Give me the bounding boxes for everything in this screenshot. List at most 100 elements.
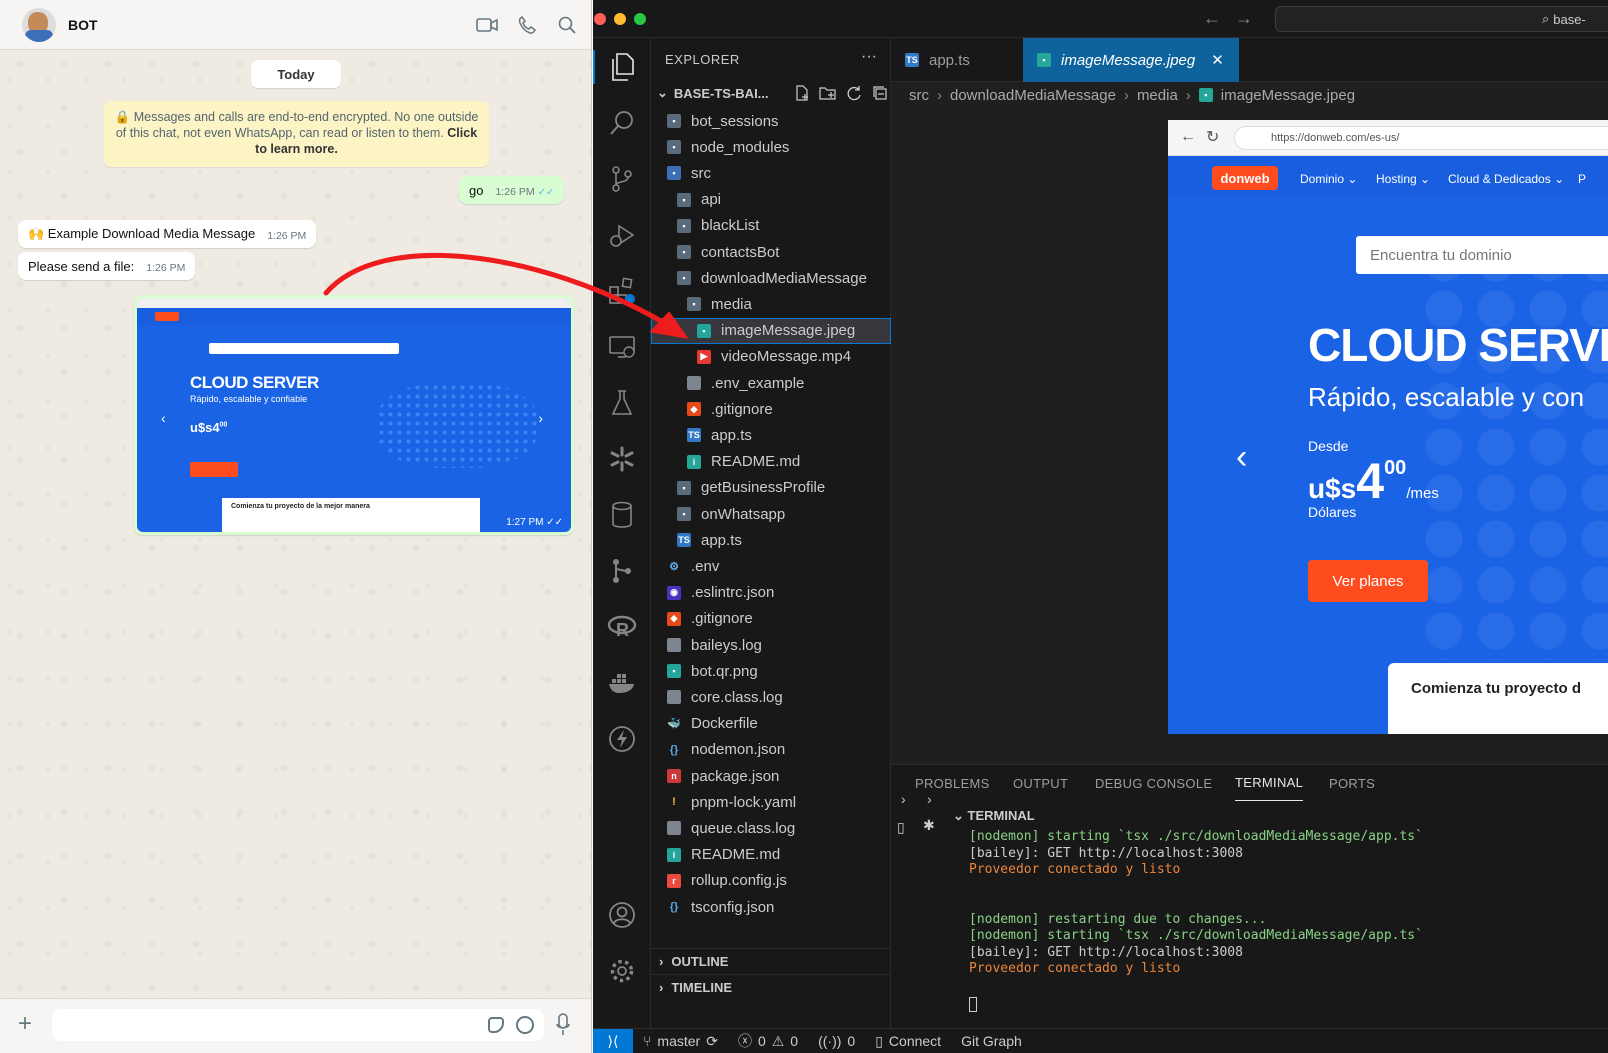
breadcrumb-item[interactable]: media: [1137, 87, 1178, 104]
tree-item[interactable]: .env_example: [651, 370, 891, 396]
more-actions-icon[interactable]: ···: [861, 48, 877, 66]
tree-item[interactable]: i README.md: [651, 842, 891, 868]
database-icon[interactable]: [605, 498, 639, 532]
ports-indicator[interactable]: ((·)) 0: [818, 1033, 855, 1049]
tree-item[interactable]: ▪ bot_sessions: [651, 108, 891, 134]
new-file-icon[interactable]: [793, 84, 811, 102]
branch-indicator[interactable]: ⑂ master ⟳: [643, 1033, 718, 1050]
snowflake-icon[interactable]: [605, 442, 639, 476]
tree-item[interactable]: ▪ bot.qr.png: [651, 658, 891, 684]
tree-item[interactable]: TS app.ts: [651, 422, 891, 448]
project-header[interactable]: ⌄ BASE-TS-BAI...: [657, 82, 889, 104]
message-input[interactable]: [52, 1009, 544, 1041]
breadcrumb-item[interactable]: imageMessage.jpeg: [1221, 87, 1355, 104]
tree-item[interactable]: ▪ node_modules: [651, 134, 891, 160]
tree-item[interactable]: ▪ onWhatsapp: [651, 501, 891, 527]
plus-icon[interactable]: +: [18, 1012, 32, 1036]
phone-icon[interactable]: [516, 14, 538, 36]
breadcrumb-item[interactable]: src: [909, 87, 929, 104]
tree-item[interactable]: {} tsconfig.json: [651, 894, 891, 920]
remote-indicator-icon[interactable]: ⟩⟨: [593, 1028, 633, 1053]
source-control-icon[interactable]: [605, 162, 639, 196]
tree-item[interactable]: queue.class.log: [651, 815, 891, 841]
command-center-search[interactable]: ⌕ base-: [1275, 6, 1608, 32]
terminal-output[interactable]: [nodemon] starting `tsx ./src/downloadMe…: [969, 829, 1423, 978]
tree-item[interactable]: ▪ getBusinessProfile: [651, 475, 891, 501]
tree-item[interactable]: baileys.log: [651, 632, 891, 658]
docker-icon[interactable]: [605, 666, 639, 700]
tab-output[interactable]: OUTPUT: [1013, 765, 1068, 801]
chevron-right-icon[interactable]: ›: [901, 791, 906, 807]
message-bubble-outgoing[interactable]: go 1:26 PM ✓✓: [459, 176, 565, 204]
problems-indicator[interactable]: ⓧ 0 ⚠ 0: [738, 1031, 798, 1051]
emoji-icon[interactable]: [516, 1016, 534, 1034]
tree-item[interactable]: ◆ .gitignore: [651, 606, 891, 632]
collapse-all-icon[interactable]: [871, 84, 889, 102]
site-search: Encuentra tu dominio: [1356, 236, 1608, 274]
tree-item[interactable]: {} nodemon.json: [651, 737, 891, 763]
timeline-section[interactable]: › TIMELINE: [651, 974, 891, 1000]
connect-indicator[interactable]: ▯ Connect: [875, 1033, 941, 1050]
tree-item[interactable]: ◆ .gitignore: [651, 396, 891, 422]
contact-name[interactable]: BOT: [68, 17, 98, 33]
image-preview[interactable]: ← ↻ https://donweb.com/es-us/ donweb Dom…: [1168, 120, 1608, 734]
mic-icon[interactable]: [556, 1013, 570, 1042]
database-icon[interactable]: ▯: [897, 819, 905, 836]
tree-item[interactable]: ! pnpm-lock.yaml: [651, 789, 891, 815]
tab-ports[interactable]: PORTS: [1329, 765, 1375, 801]
message-bubble-incoming[interactable]: Please send a file: 1:26 PM: [18, 252, 196, 280]
chevron-right-icon[interactable]: ›: [927, 791, 932, 807]
explorer-icon[interactable]: [593, 50, 639, 84]
tree-item[interactable]: ▪ api: [651, 187, 891, 213]
breadcrumb-item[interactable]: downloadMediaMessage: [950, 87, 1116, 104]
outline-section[interactable]: › OUTLINE: [651, 948, 891, 974]
settings-gear-icon[interactable]: [605, 954, 639, 988]
tree-item[interactable]: TS app.ts: [651, 527, 891, 553]
tree-item[interactable]: ⚙ .env: [651, 553, 891, 579]
testing-icon[interactable]: [605, 386, 639, 420]
video-call-icon[interactable]: [476, 14, 498, 36]
tree-item[interactable]: r rollup.config.js: [651, 868, 891, 894]
refresh-icon[interactable]: [845, 84, 863, 102]
close-icon[interactable]: ✕: [1211, 51, 1224, 69]
tree-item[interactable]: n package.json: [651, 763, 891, 789]
tree-item[interactable]: ▪ media: [651, 291, 891, 317]
image-message[interactable]: CLOUD SERVER Rápido, escalable y confiab…: [134, 295, 574, 535]
account-icon[interactable]: [605, 898, 639, 932]
tree-item[interactable]: core.class.log: [651, 684, 891, 710]
tree-item[interactable]: ▪ imageMessage.jpeg: [651, 317, 891, 344]
snowflake-icon[interactable]: ✱: [923, 817, 935, 834]
tab-app-ts[interactable]: TS app.ts: [891, 38, 1023, 82]
message-bubble-incoming[interactable]: 🙌 Example Download Media Message 1:26 PM: [18, 220, 317, 248]
tree-item[interactable]: ▪ src: [651, 160, 891, 186]
navigation-arrows[interactable]: ←→: [1203, 8, 1267, 29]
git-graph-button[interactable]: Git Graph: [961, 1033, 1022, 1049]
close-window-button[interactable]: [594, 13, 606, 25]
r-language-icon[interactable]: R: [605, 610, 639, 644]
tree-item[interactable]: ◉ .eslintrc.json: [651, 580, 891, 606]
image-thumbnail[interactable]: CLOUD SERVER Rápido, escalable y confiab…: [137, 298, 571, 532]
minimize-window-button[interactable]: [614, 13, 626, 25]
search-icon[interactable]: [556, 14, 578, 36]
thunder-client-icon[interactable]: [605, 722, 639, 756]
tab-image-message[interactable]: ▪ imageMessage.jpeg ✕: [1023, 38, 1239, 82]
contact-avatar[interactable]: [22, 7, 56, 42]
maximize-window-button[interactable]: [634, 13, 646, 25]
chat-header[interactable]: BOT: [0, 0, 591, 50]
search-icon[interactable]: [605, 106, 639, 140]
new-folder-icon[interactable]: [819, 84, 837, 102]
run-debug-icon[interactable]: [605, 218, 639, 252]
terminal-header[interactable]: ⌄ TERMINAL: [953, 808, 1035, 824]
tab-debug-console[interactable]: DEBUG CONSOLE: [1095, 765, 1212, 801]
tree-item[interactable]: i README.md: [651, 449, 891, 475]
tree-item[interactable]: ▪ downloadMediaMessage: [651, 265, 891, 291]
remote-explorer-icon[interactable]: [605, 330, 639, 364]
tree-item[interactable]: ▪ contactsBot: [651, 239, 891, 265]
tree-item[interactable]: ▪ blackList: [651, 213, 891, 239]
encryption-notice[interactable]: 🔒 Messages and calls are end-to-end encr…: [104, 101, 489, 167]
tree-item[interactable]: ▶ videoMessage.mp4: [651, 344, 891, 370]
extensions-icon[interactable]: [605, 274, 639, 308]
tab-terminal[interactable]: TERMINAL: [1235, 765, 1304, 801]
tree-item[interactable]: 🐳 Dockerfile: [651, 711, 891, 737]
git-graph-icon[interactable]: [605, 554, 639, 588]
